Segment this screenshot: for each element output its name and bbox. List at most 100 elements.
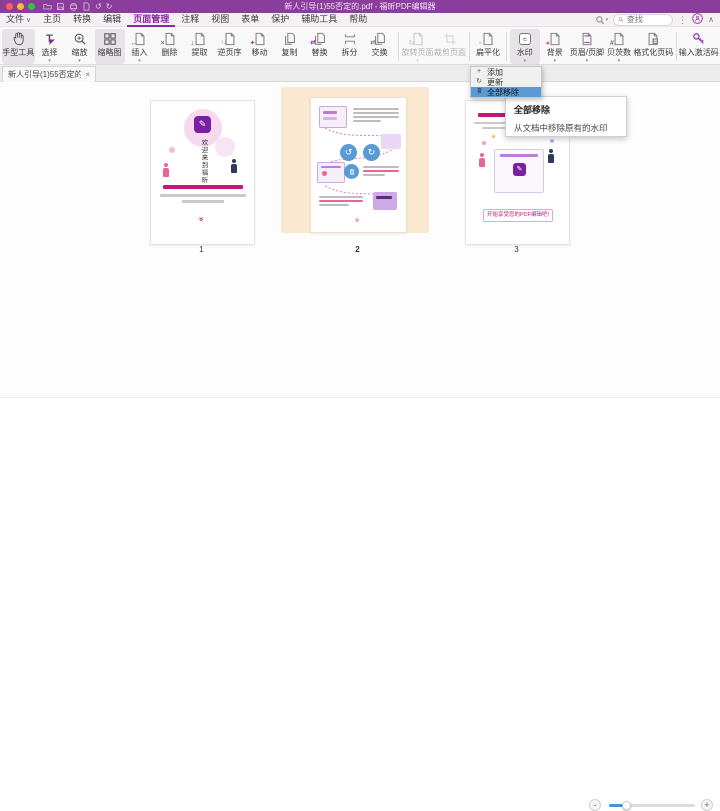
- browser-window-illustration: ✎: [494, 149, 544, 193]
- bates-number-button[interactable]: # 贝茨数 ▾: [604, 29, 634, 64]
- reverse-page-order-button[interactable]: ↑↓ 逆页序: [215, 29, 245, 64]
- page1-vertical-title: 欢迎来到福昕: [198, 139, 208, 184]
- account-avatar[interactable]: [692, 11, 703, 29]
- header-footer-button[interactable]: 页眉/页脚 ▾: [570, 29, 604, 64]
- page-thumbnail-1[interactable]: ✎ 欢迎来到福昕 »: [150, 100, 255, 245]
- format-page-number-button[interactable]: 格式化页码: [634, 29, 673, 64]
- text-line: [353, 112, 399, 114]
- grid-icon: [102, 31, 118, 46]
- redo-icon[interactable]: ↻: [106, 2, 113, 11]
- menu-convert[interactable]: 转换: [67, 13, 97, 27]
- open-file-icon[interactable]: [43, 2, 52, 11]
- copy-page-button[interactable]: 复制: [275, 29, 305, 64]
- undo-circle-icon: ↺: [340, 144, 357, 161]
- text-line: [353, 120, 381, 122]
- text-link-line: [319, 200, 363, 202]
- watermark-button[interactable]: ≈ 水印 ▾: [510, 29, 540, 64]
- menu-bar: 文件∨ 主页 转换 编辑 页面管理 注释 视图 表单 保护 辅助工具 帮助 ▾ …: [0, 13, 720, 27]
- menu-help[interactable]: 帮助: [343, 13, 373, 27]
- undo-icon[interactable]: ↺: [95, 2, 102, 11]
- crop-page-button: 裁剪页面: [434, 29, 467, 64]
- toolbar-separator: [469, 32, 470, 61]
- menu-view[interactable]: 视图: [205, 13, 235, 27]
- split-page-icon: [342, 31, 358, 46]
- extract-page-button[interactable]: ↓ 提取: [185, 29, 215, 64]
- decorative-circle: [169, 147, 175, 153]
- zoom-out-button[interactable]: -: [589, 799, 601, 811]
- card-illustration: [373, 192, 397, 210]
- status-bar: - +: [0, 397, 720, 418]
- export-document-icon[interactable]: [82, 2, 91, 11]
- copy-page-icon: [282, 31, 298, 46]
- scroll-down-chevron: »: [197, 217, 205, 221]
- header-footer-icon: [579, 31, 595, 46]
- watermark-remove-all-item[interactable]: 全部移除: [471, 87, 541, 97]
- zoom-slider[interactable]: [609, 804, 695, 807]
- document-tab-bar: 新人引导(1)55否定的... ×: [0, 65, 720, 82]
- maximize-window-button[interactable]: [28, 3, 35, 10]
- menu-form[interactable]: 表单: [235, 13, 265, 27]
- search-input[interactable]: [627, 15, 668, 24]
- search-input-wrapper: [613, 14, 673, 26]
- text-link-line: [363, 170, 399, 172]
- page-thumbnail-2[interactable]: ↺ ↻ »: [310, 97, 407, 233]
- menu-page-management[interactable]: 页面管理: [127, 13, 175, 27]
- background-button[interactable]: ● 背景 ▾: [540, 29, 570, 64]
- menu-home[interactable]: 主页: [37, 13, 67, 27]
- more-options-icon[interactable]: ⋮: [678, 15, 687, 25]
- split-page-button[interactable]: 拆分: [335, 29, 365, 64]
- close-tab-icon[interactable]: ×: [85, 70, 90, 79]
- chevron-down-icon: ∨: [26, 17, 31, 24]
- remove-all-tooltip: 全部移除 从文档中移除原有的水印: [505, 96, 627, 137]
- text-line: [319, 204, 349, 206]
- zoom-tool-button[interactable]: 缩放 ▾: [65, 29, 95, 64]
- menu-edit[interactable]: 编辑: [97, 13, 127, 27]
- window-controls: [6, 3, 35, 10]
- person-illustration: [231, 159, 237, 173]
- text-line: [353, 116, 399, 118]
- menu-accessibility-tools[interactable]: 辅助工具: [295, 13, 343, 27]
- menu-protect[interactable]: 保护: [265, 13, 295, 27]
- menu-file[interactable]: 文件∨: [0, 13, 37, 27]
- collapse-ribbon-icon[interactable]: ∧: [708, 15, 714, 24]
- menu-comment[interactable]: 注释: [175, 13, 205, 27]
- toolbar-separator: [676, 32, 677, 61]
- card-illustration: [381, 134, 401, 149]
- hand-tool-button[interactable]: 手型工具: [2, 29, 35, 64]
- enter-activation-code-button[interactable]: 输入激活码: [679, 29, 718, 64]
- minimize-window-button[interactable]: [17, 3, 24, 10]
- swap-page-icon: ⇄: [372, 31, 388, 46]
- text-line: [353, 108, 399, 110]
- swap-page-button[interactable]: ⇄ 交换: [365, 29, 395, 64]
- insert-page-button[interactable]: ← 插入 ▾: [125, 29, 155, 64]
- watermark-icon: ≈: [517, 31, 533, 46]
- zoom-in-button[interactable]: +: [701, 799, 713, 811]
- scroll-down-chevron: »: [353, 218, 361, 222]
- watermark-update-item[interactable]: ↻ 更新: [471, 77, 541, 87]
- close-window-button[interactable]: [6, 3, 13, 10]
- document-tab[interactable]: 新人引导(1)55否定的... ×: [2, 66, 96, 82]
- crop-page-icon: [442, 31, 458, 46]
- print-icon[interactable]: [69, 2, 78, 11]
- trash-icon: [475, 87, 483, 97]
- move-page-icon: +: [252, 31, 268, 46]
- page-number-3: 3: [465, 245, 568, 254]
- text-line: [163, 185, 243, 189]
- text-line: [363, 166, 399, 168]
- thumbnails-button[interactable]: 缩略图: [95, 29, 125, 64]
- move-page-button[interactable]: + 移动: [245, 29, 275, 64]
- person-illustration: [548, 149, 554, 163]
- save-icon[interactable]: [56, 2, 65, 11]
- toolbar-separator: [506, 32, 507, 61]
- magnifier-plus-icon: [72, 31, 88, 46]
- zoom-slider-thumb[interactable]: [622, 801, 631, 810]
- foxit-logo: ✎: [194, 116, 211, 133]
- replace-page-button[interactable]: ⇄ 替换: [305, 29, 335, 64]
- watermark-add-item[interactable]: + 添加: [471, 67, 541, 77]
- background-icon: ●: [547, 31, 563, 46]
- page-number-1: 1: [150, 245, 253, 254]
- select-tool-button[interactable]: T◤ 选择 ▾: [35, 29, 65, 64]
- delete-page-button[interactable]: × 删除: [155, 29, 185, 64]
- advanced-search-icon[interactable]: ▾: [595, 15, 609, 25]
- flatten-button[interactable]: ◦ 扁平化: [473, 29, 503, 64]
